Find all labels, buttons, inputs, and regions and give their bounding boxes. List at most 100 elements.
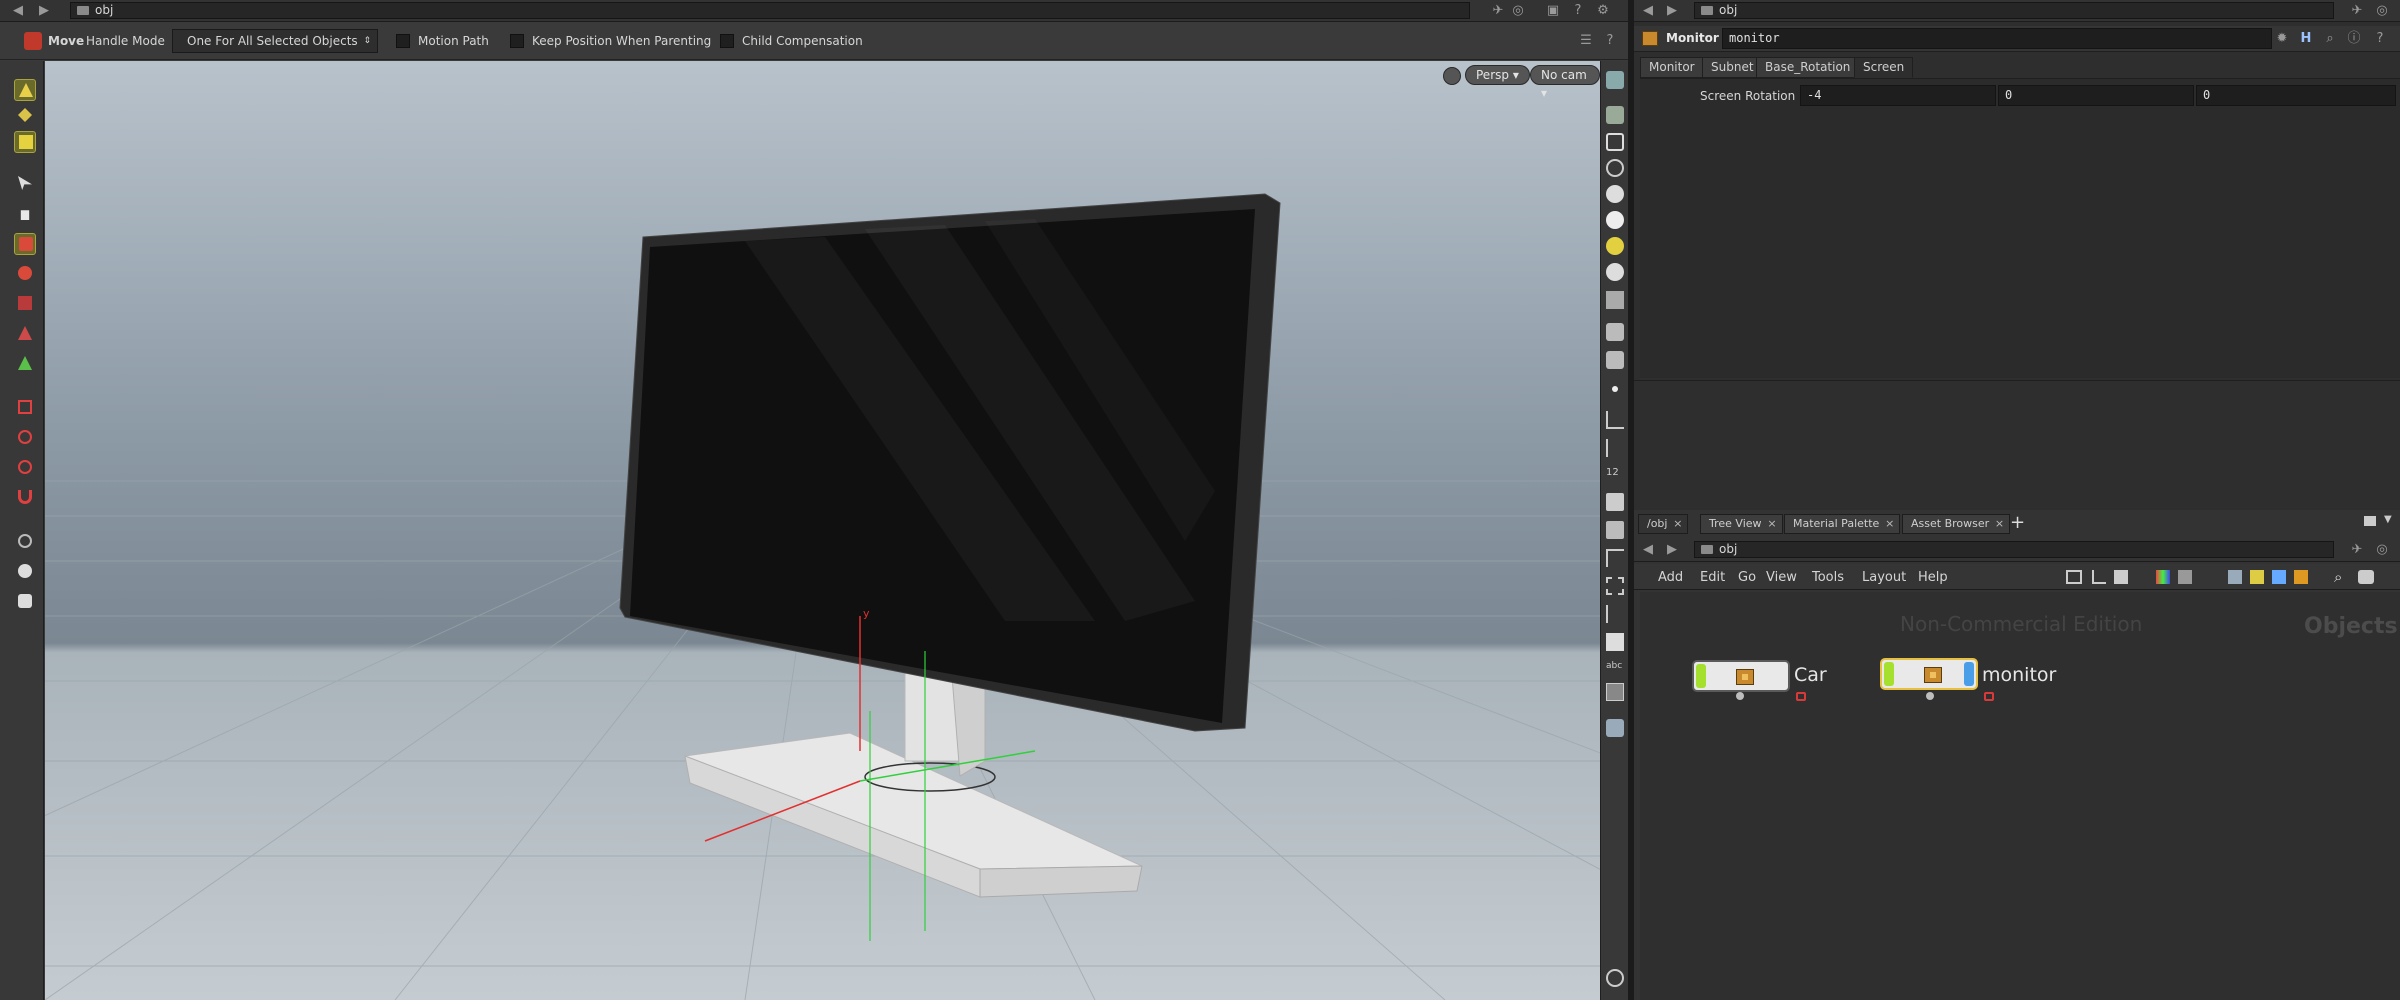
tab-asset-browser[interactable]: Asset Browser × bbox=[1902, 514, 2011, 534]
screen-rotation-x[interactable]: -4 bbox=[1800, 85, 1996, 106]
link-icon[interactable]: ◎ bbox=[1510, 3, 1526, 18]
screen-rotation-z[interactable]: 0 bbox=[2196, 85, 2396, 106]
display-flag-icon[interactable] bbox=[1696, 664, 1706, 688]
box-icon[interactable] bbox=[2294, 570, 2308, 584]
3d-viewport[interactable]: y Persp ▾ No cam ▾ bbox=[45, 61, 1600, 1000]
viewer-path-field[interactable]: obj bbox=[70, 2, 1470, 19]
pin-icon[interactable]: ✈ bbox=[1490, 3, 1506, 18]
handle-mode-select[interactable]: One For All Selected Objects ⇕ bbox=[172, 29, 378, 53]
view-tool-icon[interactable] bbox=[14, 203, 36, 225]
move-icon[interactable] bbox=[14, 233, 36, 255]
keep-position-checkbox[interactable] bbox=[510, 34, 524, 48]
search-icon[interactable]: ⌕ bbox=[2334, 568, 2342, 586]
table-icon[interactable] bbox=[2178, 570, 2192, 584]
output-connector[interactable] bbox=[1926, 692, 1934, 700]
visibility-icon[interactable] bbox=[1606, 106, 1624, 124]
selected-flag-icon[interactable] bbox=[1964, 662, 1974, 686]
bulb-icon[interactable] bbox=[1606, 263, 1624, 281]
lock-icon[interactable] bbox=[1984, 692, 1994, 701]
toolbar-options-icon[interactable]: ☰ bbox=[1578, 33, 1594, 48]
camera-view-icon[interactable] bbox=[14, 561, 36, 583]
close-icon[interactable]: × bbox=[1767, 515, 1776, 533]
transform-icon[interactable] bbox=[14, 323, 36, 345]
param-path-field[interactable]: obj bbox=[1694, 2, 2334, 19]
tab-subnet[interactable]: Subnet bbox=[1702, 57, 1763, 78]
magnet-icon[interactable] bbox=[14, 487, 36, 509]
help-icon[interactable]: ? bbox=[1570, 3, 1586, 18]
net-link-icon[interactable]: ◎ bbox=[2374, 542, 2390, 557]
arrow-select-icon[interactable] bbox=[14, 173, 36, 195]
search-icon[interactable]: ⌕ bbox=[2322, 31, 2338, 46]
net-back-icon[interactable]: ◀ bbox=[1640, 542, 1656, 557]
template-icon[interactable] bbox=[1606, 351, 1624, 369]
bone-icon[interactable] bbox=[1606, 605, 1624, 623]
add-tab-icon[interactable]: + bbox=[2010, 512, 2025, 533]
tab-material-palette[interactable]: Material Palette × bbox=[1784, 514, 1901, 534]
snap-point-icon[interactable] bbox=[14, 457, 36, 479]
pose-icon[interactable] bbox=[14, 105, 36, 127]
camera-icon[interactable] bbox=[1606, 291, 1624, 309]
motion-path-checkbox[interactable] bbox=[396, 34, 410, 48]
tab-obj[interactable]: /obj × bbox=[1638, 514, 1689, 534]
tree-icon[interactable] bbox=[2092, 570, 2106, 584]
color-grid-icon[interactable] bbox=[2156, 570, 2170, 584]
close-icon[interactable]: × bbox=[1995, 515, 2004, 533]
display-flag-icon[interactable] bbox=[1884, 662, 1894, 686]
viewport-lock-icon[interactable] bbox=[1443, 67, 1461, 85]
node-name-field[interactable]: monitor bbox=[1722, 28, 2272, 49]
menu-tools[interactable]: Tools bbox=[1812, 570, 1844, 585]
node-monitor[interactable] bbox=[1880, 658, 1978, 690]
help-icon[interactable]: ? bbox=[2372, 31, 2388, 46]
tab-base-rotation[interactable]: Base_Rotation bbox=[1756, 57, 1860, 78]
shading-icon[interactable] bbox=[1606, 185, 1624, 203]
snapshot-icon[interactable] bbox=[1606, 719, 1624, 737]
vector-icon[interactable] bbox=[1606, 439, 1624, 457]
menu-help[interactable]: Help bbox=[1918, 570, 1948, 585]
close-icon[interactable]: × bbox=[1673, 515, 1682, 533]
lock-icon[interactable] bbox=[1796, 692, 1806, 701]
info-circle-icon[interactable]: ⓘ bbox=[2346, 31, 2362, 46]
list-icon[interactable] bbox=[2114, 570, 2128, 584]
lock-icon[interactable] bbox=[1606, 133, 1624, 151]
cam-select-menu[interactable]: No cam ▾ bbox=[1530, 65, 1600, 100]
pivot-icon[interactable] bbox=[14, 353, 36, 375]
text-icon[interactable]: abc bbox=[1606, 661, 1624, 679]
tab-monitor[interactable]: Monitor bbox=[1640, 57, 1704, 78]
bounds-icon[interactable] bbox=[1606, 577, 1624, 595]
ghost-icon[interactable] bbox=[1606, 323, 1624, 341]
select-icon[interactable] bbox=[14, 79, 36, 101]
param-back-icon[interactable]: ◀ bbox=[1640, 3, 1656, 18]
close-cam-icon[interactable] bbox=[1606, 159, 1624, 177]
menu-view[interactable]: View bbox=[1766, 570, 1797, 585]
node-car[interactable] bbox=[1692, 660, 1790, 692]
dolly-icon[interactable] bbox=[14, 591, 36, 613]
wrench-icon[interactable] bbox=[2066, 570, 2082, 584]
network-canvas[interactable]: Non-Commercial Edition Objects Car monit… bbox=[1640, 592, 2400, 1000]
note-icon[interactable] bbox=[2250, 570, 2264, 584]
camera-menu[interactable]: Persp ▾ bbox=[1465, 65, 1530, 85]
snap-prim-icon[interactable] bbox=[14, 427, 36, 449]
snap-grid-icon[interactable] bbox=[14, 397, 36, 419]
screen-rotation-y[interactable]: 0 bbox=[1998, 85, 2194, 106]
number-icon[interactable]: 12 bbox=[1606, 467, 1624, 485]
menu-go[interactable]: Go bbox=[1738, 570, 1756, 585]
screenshot-icon[interactable]: ▣ bbox=[1545, 3, 1561, 18]
tumble-icon[interactable] bbox=[14, 531, 36, 553]
uv-icon[interactable] bbox=[1606, 521, 1624, 539]
move-tool-icon[interactable] bbox=[24, 32, 42, 50]
safe-area-icon[interactable] bbox=[1606, 633, 1624, 651]
menu-add[interactable]: Add bbox=[1658, 570, 1683, 585]
background-icon[interactable] bbox=[1606, 683, 1624, 701]
forward-arrow-icon[interactable]: ▶ bbox=[36, 3, 52, 18]
toolbar-help-icon[interactable]: ? bbox=[1602, 33, 1618, 48]
param-pin-icon[interactable]: ✈ bbox=[2349, 3, 2365, 18]
net-path-field[interactable]: obj bbox=[1694, 541, 2334, 558]
normal-icon[interactable] bbox=[1606, 411, 1624, 429]
tab-tree-view[interactable]: Tree View × bbox=[1700, 514, 1783, 534]
gear-icon[interactable]: ✹ bbox=[2274, 31, 2290, 46]
info-icon[interactable] bbox=[1606, 969, 1624, 987]
image-icon[interactable] bbox=[2228, 570, 2242, 584]
back-arrow-icon[interactable]: ◀ bbox=[10, 3, 26, 18]
menu-layout[interactable]: Layout bbox=[1862, 570, 1906, 585]
net-pin-icon[interactable]: ✈ bbox=[2349, 542, 2365, 557]
